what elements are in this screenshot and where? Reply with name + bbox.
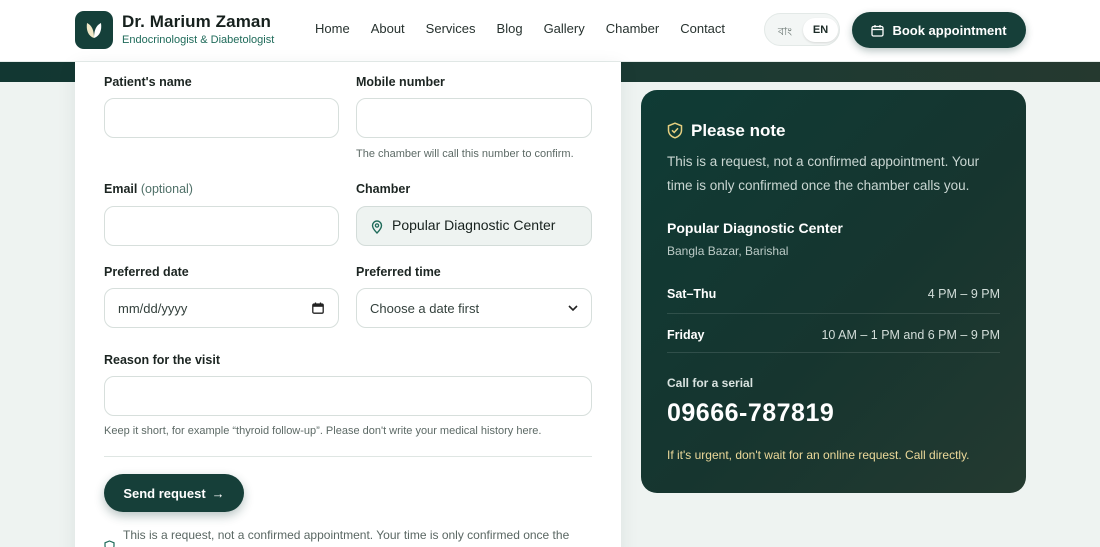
time-select[interactable]: Choose a date first bbox=[356, 288, 592, 328]
nav-chamber[interactable]: Chamber bbox=[606, 21, 659, 36]
request-disclaimer: This is a request, not a confirmed appoi… bbox=[123, 528, 570, 542]
arrow-right-icon: → bbox=[211, 485, 225, 501]
appointment-form: Patient's name Mobile number The chamber… bbox=[75, 62, 621, 547]
serial-phone-number[interactable]: 09666-787819 bbox=[667, 399, 834, 428]
reason-input[interactable] bbox=[104, 376, 592, 416]
shield-check-icon bbox=[104, 540, 115, 547]
main-nav: Home About Services Blog Gallery Chamber… bbox=[315, 21, 725, 36]
chamber-value: Popular Diagnostic Center bbox=[392, 217, 556, 233]
serial-label: Call for a serial bbox=[667, 376, 754, 390]
chevron-down-icon bbox=[568, 305, 578, 312]
shield-check-icon bbox=[667, 122, 683, 139]
nav-home[interactable]: Home bbox=[315, 21, 350, 36]
nav-about[interactable]: About bbox=[371, 21, 405, 36]
date-input[interactable]: mm/dd/yyyy bbox=[104, 288, 339, 328]
mobile-input[interactable] bbox=[356, 98, 592, 138]
doctor-name[interactable]: Dr. Marium Zaman bbox=[122, 12, 271, 32]
nav-blog[interactable]: Blog bbox=[497, 21, 523, 36]
schedule-time: 10 AM – 1 PM and 6 PM – 9 PM bbox=[821, 328, 1000, 342]
leaf-logo-icon[interactable] bbox=[75, 11, 113, 49]
schedule-day: Friday bbox=[667, 328, 705, 342]
nav-services[interactable]: Services bbox=[426, 21, 476, 36]
book-appointment-label: Book appointment bbox=[892, 22, 1007, 38]
schedule-day: Sat–Thu bbox=[667, 287, 717, 301]
site-header: Dr. Marium Zaman Endocrinologist & Diabe… bbox=[0, 0, 1100, 62]
note-description: This is a request, not a confirmed appoi… bbox=[667, 154, 980, 193]
book-appointment-button[interactable]: Book appointment bbox=[852, 12, 1026, 48]
urgent-note: If it's urgent, don't wait for an online… bbox=[667, 448, 970, 462]
patient-name-label: Patient's name bbox=[104, 75, 192, 89]
date-label: Preferred date bbox=[104, 265, 189, 279]
location-pin-icon bbox=[371, 220, 383, 234]
reason-label: Reason for the visit bbox=[104, 353, 220, 367]
calendar-picker-icon[interactable] bbox=[312, 302, 324, 314]
nav-gallery[interactable]: Gallery bbox=[544, 21, 585, 36]
schedule-time: 4 PM – 9 PM bbox=[927, 287, 1000, 301]
mobile-label: Mobile number bbox=[356, 75, 445, 89]
language-toggle: বাং EN bbox=[764, 13, 840, 46]
send-request-button[interactable]: Send request → bbox=[104, 474, 244, 512]
chamber-label: Chamber bbox=[356, 182, 411, 196]
lang-english-option[interactable]: EN bbox=[803, 18, 838, 42]
nav-contact[interactable]: Contact bbox=[680, 21, 725, 36]
time-label: Preferred time bbox=[356, 265, 441, 279]
mobile-hint: The chamber will call this number to con… bbox=[356, 148, 574, 160]
doctor-title: Endocrinologist & Diabetologist bbox=[122, 34, 275, 46]
chamber-location: Bangla Bazar, Barishal bbox=[667, 244, 789, 258]
email-input[interactable] bbox=[104, 206, 339, 246]
please-note-card: Please note This is a request, not a con… bbox=[641, 90, 1026, 493]
chamber-name: Popular Diagnostic Center bbox=[667, 220, 843, 236]
email-optional-tag: (optional) bbox=[140, 182, 193, 196]
calendar-icon bbox=[871, 24, 885, 37]
note-title: Please note bbox=[691, 121, 786, 140]
chamber-field[interactable]: Popular Diagnostic Center bbox=[356, 206, 592, 246]
patient-name-input[interactable] bbox=[104, 98, 339, 138]
email-label: Email (optional) bbox=[104, 182, 193, 196]
reason-hint: Keep it short, for example “thyroid foll… bbox=[104, 425, 542, 437]
date-placeholder: mm/dd/yyyy bbox=[118, 301, 188, 316]
form-divider bbox=[104, 456, 592, 457]
send-request-label: Send request bbox=[123, 485, 206, 501]
lang-bangla-option[interactable]: বাং bbox=[778, 23, 792, 42]
time-select-value: Choose a date first bbox=[370, 301, 480, 316]
email-label-text: Email bbox=[104, 182, 138, 196]
schedule-row: Sat–Thu 4 PM – 9 PM bbox=[667, 273, 1000, 313]
schedule-row: Friday 10 AM – 1 PM and 6 PM – 9 PM bbox=[667, 313, 1000, 353]
